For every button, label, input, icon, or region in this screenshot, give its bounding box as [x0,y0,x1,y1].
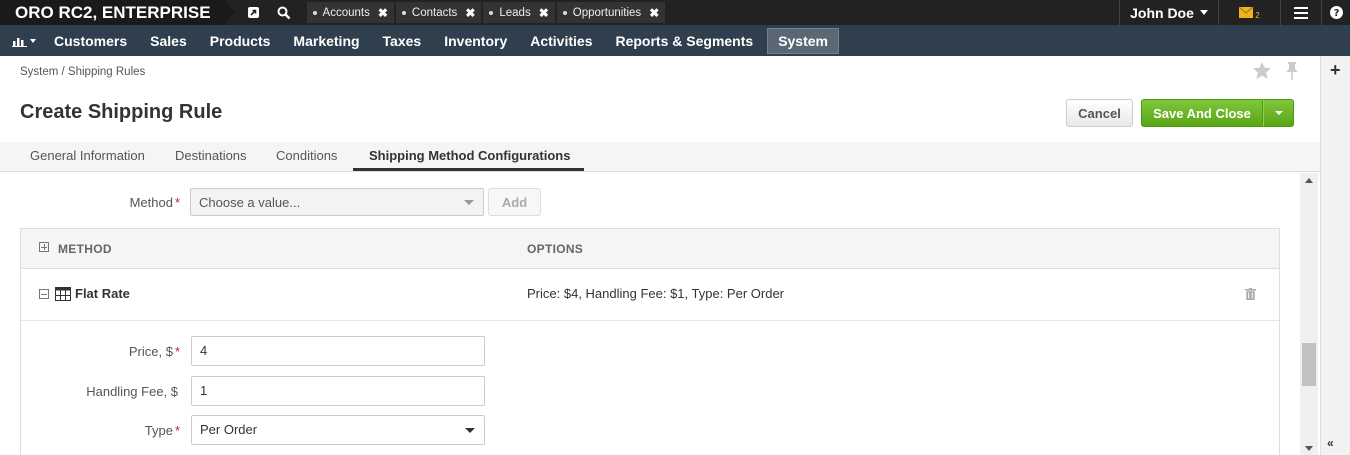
chevron-down-icon [1199,10,1208,15]
close-icon[interactable]: ✖ [378,6,388,20]
scroll-up-icon[interactable] [1305,178,1313,183]
type-label-text: Type [144,423,173,438]
notifications-button[interactable]: 2 [1218,0,1280,25]
menu-button[interactable] [1280,0,1321,25]
main-navigation: Customers Sales Products Marketing Taxes… [0,25,1350,56]
method-label-text: Method [129,195,173,210]
save-and-close-button[interactable]: Save And Close [1141,99,1263,127]
help-icon: ? [1329,6,1343,19]
pinned-tab-opportunities[interactable]: Opportunities ✖ [556,2,666,23]
method-label: Method * [130,195,180,210]
app-brand[interactable]: ORO RC2, ENTERPRISE [0,0,235,25]
add-method-button[interactable]: Add [488,188,541,216]
expand-all-icon[interactable] [39,242,49,252]
pinned-tab-label: Leads [499,6,531,19]
nav-sales[interactable]: Sales [141,28,196,54]
pinned-tab-contacts[interactable]: Contacts ✖ [395,2,482,23]
table-icon [55,287,71,301]
chevron-down-icon [30,38,36,43]
help-button[interactable]: ? [1321,0,1350,25]
nav-products[interactable]: Products [201,28,280,54]
plus-icon[interactable]: + [1330,60,1341,81]
nav-marketing[interactable]: Marketing [284,28,368,54]
price-label-text: Price, $ [128,344,173,359]
tab-general-information[interactable]: General Information [30,148,145,163]
method-options: Price: $4, Handling Fee: $1, Type: Per O… [527,286,785,301]
price-label: Price, $ * [20,344,180,359]
scrollbar-thumb[interactable] [1302,343,1316,386]
collapse-sidebar-icon[interactable]: « [1327,436,1334,450]
price-input[interactable]: 4 [191,336,485,366]
method-select[interactable]: Choose a value... [190,188,484,216]
active-tab-indicator [353,168,584,171]
pinned-tab-label: Accounts [322,6,370,19]
bullet-icon [562,10,567,15]
user-menu[interactable]: John Doe [1119,0,1218,25]
grid-header: METHOD OPTIONS [21,229,1279,269]
pinned-tab-leads[interactable]: Leads ✖ [483,2,555,23]
handling-fee-input[interactable]: 1 [191,376,485,406]
save-options-dropdown[interactable] [1263,99,1294,127]
required-marker: * [174,423,180,438]
collapse-icon[interactable] [39,289,49,299]
pinned-tab-label: Opportunities [572,6,642,19]
star-icon[interactable] [1253,62,1271,82]
form-tabs: General Information Destinations Conditi… [0,142,1320,172]
required-marker: * [174,195,180,210]
chevron-down-icon [1274,111,1283,115]
type-select[interactable]: Per Order [191,415,485,445]
table-row[interactable]: Flat Rate Price: $4, Handling Fee: $1, T… [21,269,1279,321]
bullet-icon [401,10,406,15]
bar-chart-icon [12,37,27,47]
chevron-down-icon [464,200,474,205]
required-marker: * [174,344,180,359]
pinned-tab-accounts[interactable]: Accounts ✖ [306,2,394,23]
page-title: Create Shipping Rule [20,101,223,123]
svg-text:?: ? [1333,8,1339,19]
trash-icon[interactable] [1245,288,1256,300]
breadcrumb[interactable]: System / Shipping Rules [20,66,145,78]
vertical-scrollbar[interactable] [1300,173,1318,455]
nav-reports-segments[interactable]: Reports & Segments [606,28,762,54]
launch-icon[interactable] [239,0,269,25]
pin-icon[interactable] [1285,62,1299,83]
form-scroll-area: Method * Choose a value... Add METHOD OPT… [0,173,1300,455]
search-icon[interactable] [269,0,299,25]
chevron-down-icon [465,428,475,433]
close-icon[interactable]: ✖ [539,6,549,20]
top-bar: ORO RC2, ENTERPRISE Accounts ✖ Contacts ✖ … [0,0,1350,25]
scroll-down-icon[interactable] [1305,446,1313,451]
bullet-icon [489,10,494,15]
cancel-button[interactable]: Cancel [1066,99,1133,127]
pinned-tab-label: Contacts [411,6,458,19]
tab-shipping-method-configurations[interactable]: Shipping Method Configurations [369,148,570,170]
close-icon[interactable]: ✖ [465,6,475,20]
notification-count: 2 [1255,11,1260,20]
right-sidebar: + « [1320,56,1350,455]
type-label: Type * [20,423,180,438]
column-header-options: OPTIONS [527,242,584,256]
nav-activities[interactable]: Activities [521,28,601,54]
nav-inventory[interactable]: Inventory [435,28,516,54]
nav-customers[interactable]: Customers [45,28,136,54]
bullet-icon [312,10,317,15]
handling-fee-label: Handling Fee, $ [86,384,178,399]
page-content: System / Shipping Rules Create Shipping … [0,56,1320,455]
hamburger-icon [1294,6,1308,19]
dashboard-menu[interactable] [8,30,40,52]
method-name: Flat Rate [75,286,130,301]
column-header-method: METHOD [58,242,112,256]
tab-conditions[interactable]: Conditions [276,148,337,163]
top-right-controls: John Doe 2 ? [1119,0,1350,25]
close-icon[interactable]: ✖ [649,6,659,20]
type-select-value: Per Order [200,422,258,437]
user-name: John Doe [1130,4,1194,21]
nav-taxes[interactable]: Taxes [374,28,431,54]
nav-system[interactable]: System [767,27,839,54]
tab-destinations[interactable]: Destinations [175,148,247,163]
method-select-placeholder: Choose a value... [199,195,301,210]
pinned-tabs: Accounts ✖ Contacts ✖ Leads ✖ Opportunities… [306,2,668,23]
